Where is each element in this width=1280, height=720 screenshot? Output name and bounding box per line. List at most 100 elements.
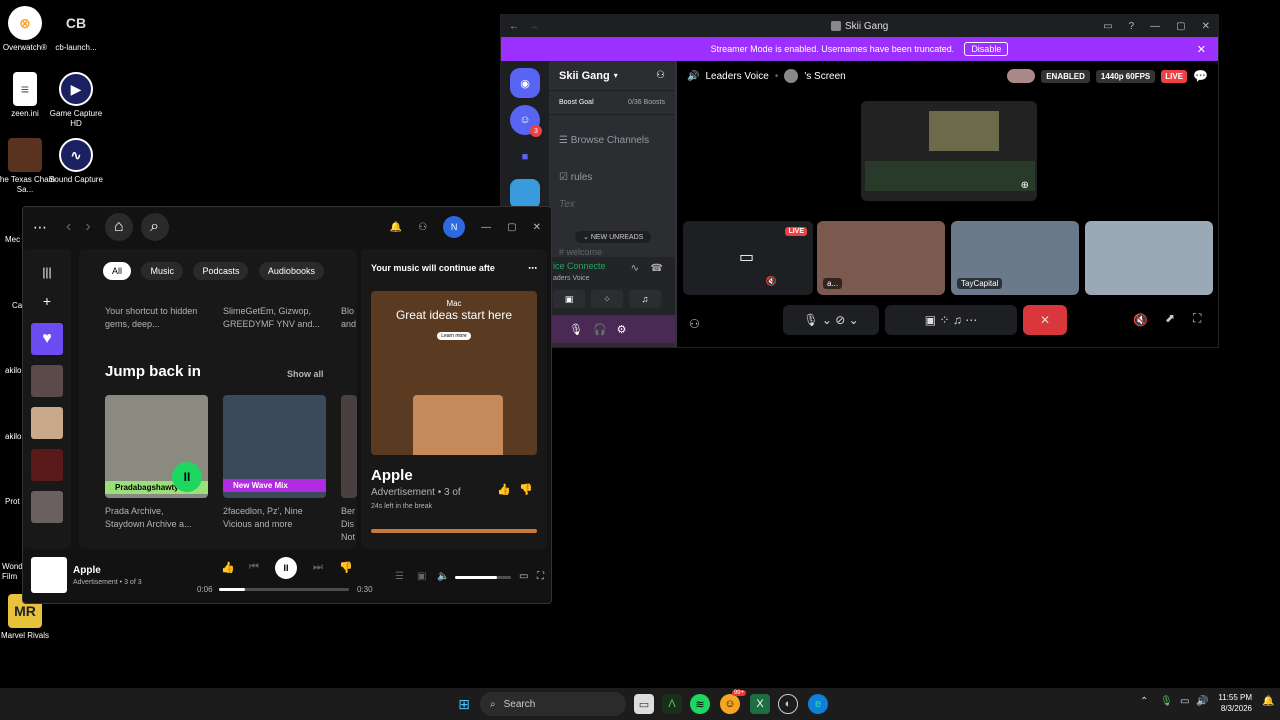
notification-bell-icon[interactable]: 🔔 <box>1262 696 1274 707</box>
mic-control[interactable]: 🎙 ⌄ ⊘ ⌄ <box>783 305 879 335</box>
avatar-stack[interactable] <box>1007 69 1036 83</box>
close-icon[interactable]: ✕ <box>533 222 541 233</box>
minimize-icon[interactable]: — <box>481 222 491 233</box>
album-card-art[interactable]: Pradabagshawty II <box>105 395 208 498</box>
maximize-icon[interactable]: ▢ <box>507 222 516 233</box>
avatar[interactable]: N <box>443 216 466 238</box>
previous-icon[interactable]: ⏮ <box>249 561 259 574</box>
inbox-icon[interactable]: ▭ <box>1103 21 1112 32</box>
app-icon[interactable]: ◐ <box>778 694 798 714</box>
video-tile-self[interactable]: LIVE ▭ 🔇 <box>683 221 813 295</box>
headphones-icon[interactable]: 🎧 <box>593 323 607 336</box>
fullscreen-icon[interactable]: ⛶ <box>1193 311 1201 326</box>
header-channel[interactable]: Leaders Voice <box>705 71 768 82</box>
edge-icon[interactable]: e <box>808 694 828 714</box>
device-icon[interactable]: ▣ <box>417 571 426 582</box>
pause-button[interactable]: II <box>172 462 202 492</box>
network-icon[interactable]: ▭ <box>1180 696 1189 707</box>
ad-image[interactable]: Mac Great ideas start here Learn more <box>371 291 537 455</box>
friends-icon[interactable]: ⚇ <box>418 222 427 233</box>
server-icon[interactable]: ☺ 3 <box>510 105 542 137</box>
channel-rules[interactable]: ☑ rules <box>549 166 675 189</box>
thumbs-down-icon[interactable]: 👎 <box>339 561 353 574</box>
ad-title[interactable]: Apple <box>371 467 413 484</box>
share-controls[interactable]: ▣ ⁘ ♫ ⋯ <box>885 305 1017 335</box>
mic-tray-icon[interactable]: 🎙 <box>1160 696 1173 707</box>
task-view-icon[interactable]: ▭ <box>634 694 654 714</box>
thumbs-up-icon[interactable]: 👍 <box>221 561 235 574</box>
popout-icon[interactable]: ⬈ <box>1165 311 1175 325</box>
activities-icon[interactable]: ⁘ <box>591 290 623 308</box>
taskbar-search[interactable]: ⌕ Search <box>480 692 626 716</box>
menu-dots-icon[interactable]: ⋯ <box>33 219 48 236</box>
album-card-art[interactable] <box>341 395 357 498</box>
browse-channels[interactable]: ☰ Browse Channels <box>549 129 675 152</box>
thumbs-down-icon[interactable]: 👎 <box>519 483 533 496</box>
next-icon[interactable]: ⏭ <box>313 561 323 574</box>
end-call-button[interactable]: ✕ <box>1023 305 1067 335</box>
chip-audiobooks[interactable]: Audiobooks <box>258 262 324 280</box>
playlist-tile[interactable] <box>31 491 63 523</box>
progress-bar[interactable] <box>219 588 349 591</box>
back-arrow-icon[interactable]: ‹ <box>66 218 71 236</box>
help-icon[interactable]: ? <box>1129 21 1135 32</box>
mic-icon[interactable]: 🎙 <box>569 323 583 336</box>
section-title[interactable]: Jump back in <box>105 363 201 380</box>
show-all-link[interactable]: Show all <box>287 369 324 379</box>
boost-count[interactable]: 0/36 Boosts <box>628 99 665 106</box>
tray-chevron-icon[interactable]: ⌃ <box>1140 696 1148 707</box>
disconnect-icon[interactable]: ☎ <box>651 263 663 274</box>
chip-music[interactable]: Music <box>141 262 183 280</box>
desktop-icon-sound-capture[interactable]: ∿ Sound Capture <box>46 138 106 185</box>
thumbs-up-icon[interactable]: 👍 <box>497 483 511 496</box>
soundboard-icon[interactable]: ♫ <box>629 290 661 308</box>
zoom-icon[interactable]: ⊕ <box>1021 180 1029 191</box>
stream-preview[interactable]: ⊕ <box>861 101 1037 201</box>
track-title[interactable]: Apple <box>73 565 101 576</box>
playlist-tile[interactable] <box>31 449 63 481</box>
forward-arrow-icon[interactable]: → <box>529 21 539 32</box>
add-user-icon[interactable]: ⚇ <box>689 317 700 331</box>
back-arrow-icon[interactable]: ← <box>509 21 519 32</box>
voice-channel-label[interactable]: aders Voice <box>549 275 675 282</box>
video-tile-user-a[interactable]: a... <box>817 221 945 295</box>
spotify-taskbar-icon[interactable]: ≋ <box>690 694 710 714</box>
play-pause-button[interactable]: II <box>275 557 297 579</box>
waveform-icon[interactable]: ∿ <box>631 263 639 274</box>
chat-icon[interactable]: 💬 <box>1193 69 1208 83</box>
library-icon[interactable]: ||| <box>23 265 71 279</box>
channel-welcome[interactable]: # welcome <box>559 247 602 257</box>
liked-songs-tile[interactable]: ♥ <box>31 323 63 355</box>
disable-streamer-button[interactable]: Disable <box>964 42 1009 56</box>
album-art[interactable] <box>31 557 67 593</box>
volume-tray-icon[interactable]: 🔊 <box>1196 696 1208 707</box>
bell-icon[interactable]: 🔔 <box>390 222 402 233</box>
chip-all[interactable]: All <box>103 262 132 280</box>
more-options-icon[interactable]: ⋯ <box>528 263 537 274</box>
folder-icon[interactable]: ■ <box>510 142 540 172</box>
fullscreen-icon[interactable]: ⛶ <box>537 571 544 582</box>
forward-arrow-icon[interactable]: › <box>85 218 90 236</box>
close-banner-icon[interactable]: ✕ <box>1197 43 1206 56</box>
discord-home-icon[interactable]: ◉ <box>510 68 540 98</box>
playlist-tile[interactable] <box>31 407 63 439</box>
close-icon[interactable]: ✕ <box>1202 21 1210 32</box>
video-tile-4[interactable] <box>1085 221 1213 295</box>
learn-more-button[interactable]: Learn more <box>437 332 471 340</box>
playlist-tile[interactable] <box>31 365 63 397</box>
minimize-icon[interactable]: — <box>1150 21 1160 32</box>
search-icon[interactable]: ⌕ <box>140 213 169 241</box>
create-plus-icon[interactable]: + <box>23 293 71 309</box>
windows-start-icon[interactable]: ⊞ <box>454 694 474 714</box>
clock[interactable]: 11:55 PM 8/3/2026 <box>1216 692 1252 714</box>
volume-icon[interactable]: 🔈 <box>437 571 449 582</box>
chip-podcasts[interactable]: Podcasts <box>193 262 249 280</box>
app-icon[interactable]: Λ <box>662 694 682 714</box>
new-unreads-pill[interactable]: ⌄ NEW UNREADS <box>575 231 652 243</box>
settings-gear-icon[interactable]: ⚙ <box>617 323 627 336</box>
add-member-icon[interactable]: ⚇ <box>656 70 665 81</box>
excel-icon[interactable]: X <box>750 694 770 714</box>
mute-stream-icon[interactable]: 🔇 <box>1133 313 1148 327</box>
volume-slider[interactable] <box>455 576 511 579</box>
chat-app-icon[interactable]: ☺ 99+ <box>720 690 746 714</box>
